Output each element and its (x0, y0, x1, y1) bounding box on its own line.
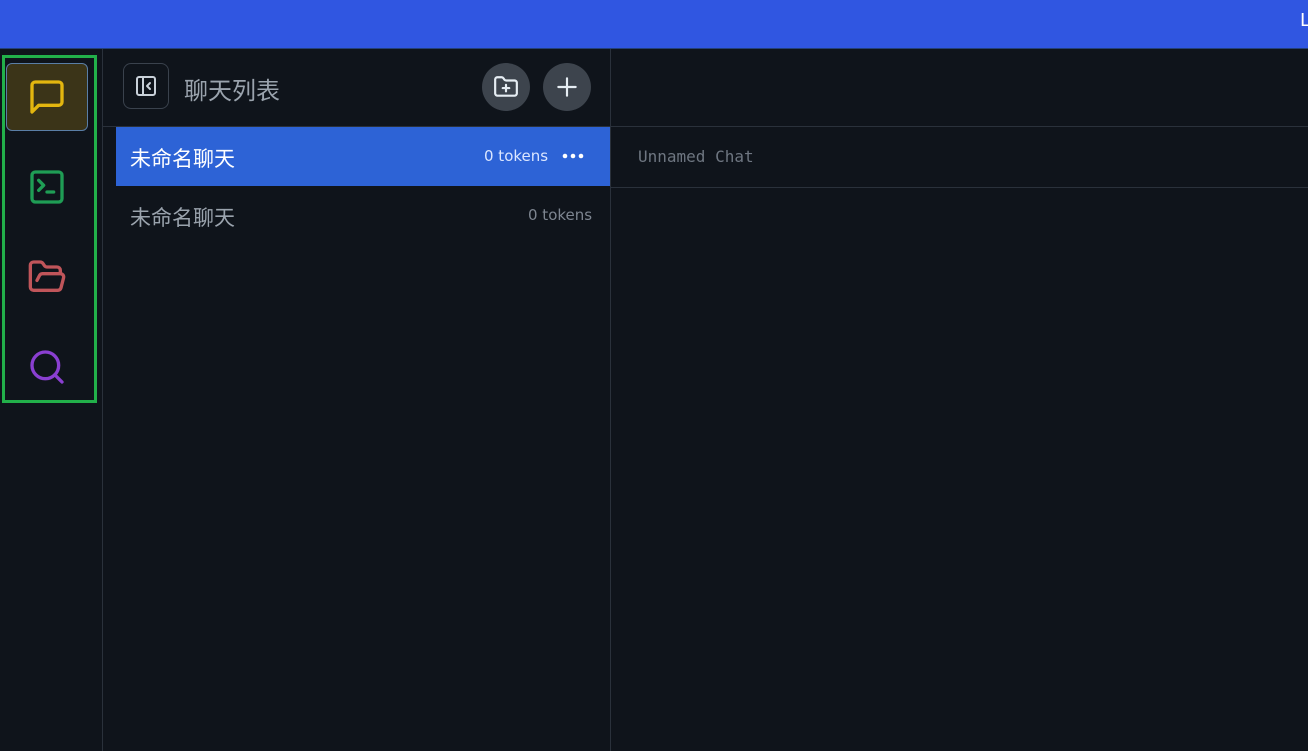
chat-title: Unnamed Chat (638, 147, 754, 166)
collapse-sidebar-button[interactable] (123, 63, 169, 109)
more-horizontal-icon (562, 153, 584, 159)
folder-open-icon (28, 260, 66, 292)
chat-name: 未命名聊天 (130, 147, 235, 171)
chat-name: 未命名聊天 (130, 206, 235, 230)
chat-list-sidebar: 聊天列表 未命名聊天 0 tokens 未命名聊天 0 tokens (103, 49, 611, 751)
plus-icon (557, 77, 577, 97)
new-folder-button[interactable] (482, 63, 530, 111)
sidebar-header: 聊天列表 (103, 49, 610, 127)
activity-search-button[interactable] (6, 333, 88, 401)
main-header (611, 49, 1308, 127)
top-bar: L (0, 0, 1308, 49)
chat-more-button[interactable] (560, 145, 586, 167)
chat-list-item[interactable]: 未命名聊天 0 tokens (116, 186, 610, 245)
activity-chat-button[interactable] (6, 63, 88, 131)
terminal-icon (30, 170, 64, 204)
chat-token-count: 0 tokens (484, 147, 549, 165)
panel-left-collapse-icon (136, 76, 156, 96)
sidebar-title: 聊天列表 (184, 77, 280, 105)
top-bar-edge-text: L (1300, 10, 1308, 31)
search-icon (30, 350, 64, 384)
activity-terminal-button[interactable] (6, 153, 88, 221)
chat-token-count: 0 tokens (528, 206, 593, 224)
activity-bar (0, 49, 103, 751)
new-chat-button[interactable] (543, 63, 591, 111)
folder-plus-icon (494, 76, 518, 97)
message-square-icon (30, 80, 64, 114)
chat-title-bar: Unnamed Chat (611, 127, 1308, 188)
chat-main-area: Unnamed Chat (611, 49, 1308, 751)
activity-files-button[interactable] (6, 243, 88, 311)
chat-list-item[interactable]: 未命名聊天 0 tokens (116, 127, 610, 186)
